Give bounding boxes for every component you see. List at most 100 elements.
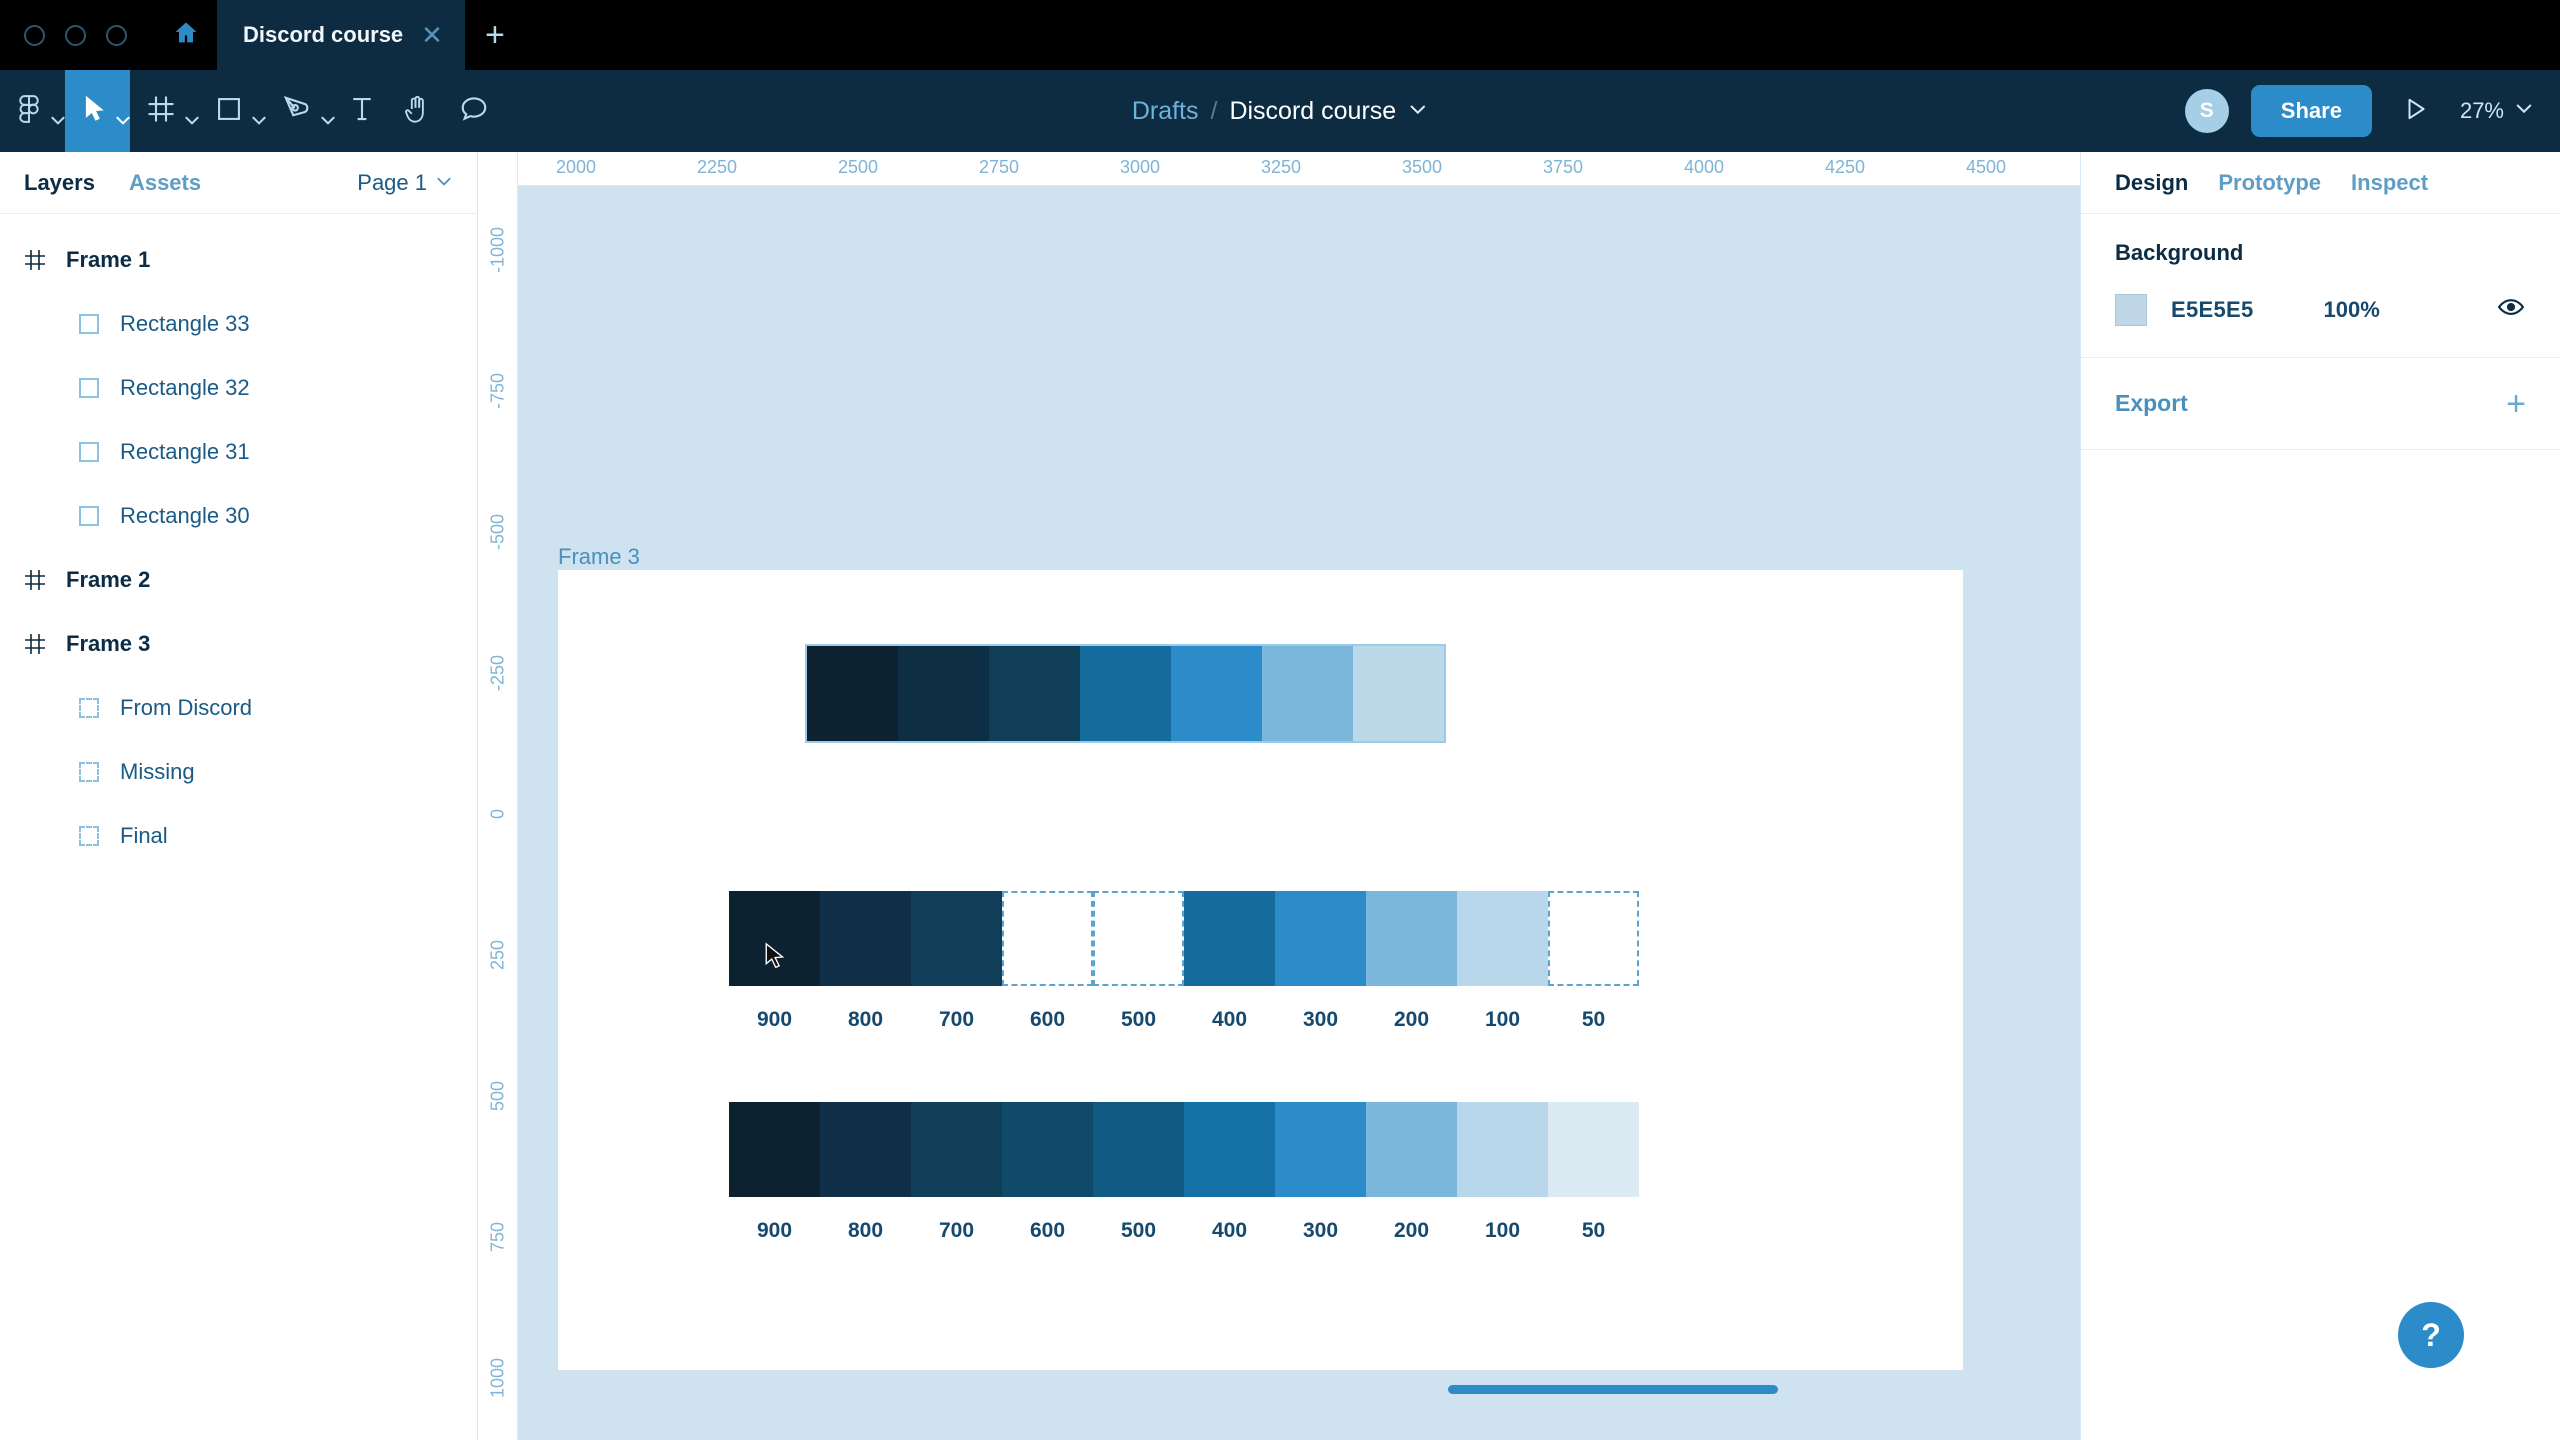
layer-row[interactable]: Rectangle 31 <box>0 420 477 484</box>
layer-row[interactable]: Rectangle 33 <box>0 292 477 356</box>
layer-row[interactable]: Rectangle 32 <box>0 356 477 420</box>
file-tab[interactable]: Discord course ✕ <box>217 0 465 70</box>
share-button[interactable]: Share <box>2250 85 2372 137</box>
canvas-viewport[interactable]: Frame 3 900 800 700 600 500 400 300 200 100 50 900… <box>478 152 2080 1440</box>
chevron-down-icon[interactable] <box>2514 98 2534 124</box>
palette-swatch[interactable] <box>1184 891 1275 986</box>
tab-layers[interactable]: Layers <box>24 170 95 196</box>
breadcrumb-project[interactable]: Drafts <box>1132 97 1199 126</box>
palette-row[interactable] <box>805 644 1446 743</box>
help-button[interactable]: ? <box>2398 1302 2464 1368</box>
rectangle-tool-button[interactable] <box>199 70 266 152</box>
ruler-tick-label: 4000 <box>1683 157 1725 177</box>
horizontal-ruler: 2000 2250 2500 2750 3000 3250 3500 3750 4000 4250… <box>478 152 2080 186</box>
palette-swatch[interactable] <box>1548 891 1639 986</box>
left-sidebar-tabs: Layers Assets Page 1 <box>0 152 477 214</box>
palette-swatch[interactable] <box>1080 646 1171 741</box>
close-icon[interactable]: ✕ <box>421 22 443 48</box>
move-cursor-icon <box>81 94 107 129</box>
palette-swatch[interactable] <box>807 646 898 741</box>
tab-inspect[interactable]: Inspect <box>2351 170 2428 196</box>
frame-label-frame3[interactable]: Frame 3 <box>558 544 640 570</box>
palette-label: 700 <box>938 1219 975 1242</box>
rectangle-icon <box>215 95 243 128</box>
move-tool-button[interactable] <box>65 70 130 152</box>
pen-tool-button[interactable] <box>266 70 335 152</box>
palette-swatch[interactable] <box>1366 1102 1457 1197</box>
text-tool-button[interactable] <box>335 70 389 152</box>
palette-swatch[interactable] <box>1457 891 1548 986</box>
background-color-swatch[interactable] <box>2115 293 2147 326</box>
figma-menu-button[interactable] <box>0 70 65 152</box>
zoom-control[interactable]: 27% <box>2460 98 2534 124</box>
ruler-tick-label: -1000 <box>487 226 508 274</box>
ruler-tick-label: 500 <box>487 1080 508 1112</box>
tab-prototype[interactable]: Prototype <box>2218 170 2321 196</box>
palette-swatch[interactable] <box>1275 891 1366 986</box>
tab-design[interactable]: Design <box>2115 170 2188 196</box>
pen-icon <box>282 94 312 129</box>
layer-row[interactable]: Final <box>0 804 477 868</box>
palette-row[interactable] <box>729 1102 1639 1197</box>
comment-tool-button[interactable] <box>445 70 503 152</box>
breadcrumb-file[interactable]: Discord course <box>1229 97 1396 126</box>
window-minimize-dot[interactable] <box>65 24 86 46</box>
background-hex-value[interactable]: E5E5E5 <box>2171 297 2254 323</box>
palette-swatch[interactable] <box>1184 1102 1275 1197</box>
palette-swatch[interactable] <box>1093 891 1184 986</box>
palette-label: 600 <box>1029 1219 1066 1242</box>
palette-swatch[interactable] <box>1275 1102 1366 1197</box>
layer-row[interactable]: From Discord <box>0 676 477 740</box>
palette-label: 400 <box>1211 1008 1248 1031</box>
palette-label: 500 <box>1120 1008 1157 1031</box>
palette-label: 900 <box>756 1219 793 1242</box>
home-button[interactable] <box>155 0 217 70</box>
palette-swatch[interactable] <box>989 646 1080 741</box>
palette-swatch[interactable] <box>1262 646 1353 741</box>
palette-swatch[interactable] <box>1002 891 1093 986</box>
layer-row[interactable]: Missing <box>0 740 477 804</box>
palette-swatch[interactable] <box>1548 1102 1639 1197</box>
new-tab-button[interactable]: + <box>465 0 525 70</box>
layer-row[interactable]: Rectangle 30 <box>0 484 477 548</box>
present-button[interactable] <box>2394 89 2438 133</box>
eye-icon[interactable] <box>2496 292 2526 327</box>
group-icon <box>76 695 102 721</box>
frame-tool-button[interactable] <box>130 70 199 152</box>
background-fill-row: E5E5E5 100% <box>2115 292 2526 327</box>
tab-assets[interactable]: Assets <box>129 170 201 196</box>
plus-icon[interactable]: + <box>2506 387 2526 421</box>
layer-row[interactable]: Frame 3 <box>0 612 477 676</box>
window-controls[interactable] <box>0 24 155 46</box>
palette-swatch[interactable] <box>911 1102 1002 1197</box>
palette-swatch[interactable] <box>911 891 1002 986</box>
page-selector-label: Page 1 <box>357 169 427 195</box>
palette-swatch[interactable] <box>1093 1102 1184 1197</box>
ruler-tick-label: -500 <box>487 513 508 551</box>
layer-row[interactable]: Frame 1 <box>0 228 477 292</box>
palette-swatch[interactable] <box>820 891 911 986</box>
page-selector[interactable]: Page 1 <box>357 170 453 196</box>
layer-row[interactable]: Frame 2 <box>0 548 477 612</box>
background-opacity-value[interactable]: 100% <box>2324 297 2380 323</box>
ruler-tick-label: 2500 <box>837 157 879 177</box>
palette-row[interactable] <box>729 891 1639 986</box>
horizontal-scrollbar[interactable] <box>1448 1385 1778 1394</box>
palette-swatch[interactable] <box>898 646 989 741</box>
palette-swatch[interactable] <box>1457 1102 1548 1197</box>
avatar[interactable]: S <box>2184 89 2229 133</box>
palette-swatch[interactable] <box>1002 1102 1093 1197</box>
window-maximize-dot[interactable] <box>106 24 127 46</box>
palette-swatch[interactable] <box>1353 646 1444 741</box>
window-close-dot[interactable] <box>24 24 45 46</box>
chevron-down-icon[interactable] <box>1408 97 1428 126</box>
hand-tool-button[interactable] <box>389 70 445 152</box>
palette-swatch[interactable] <box>1171 646 1262 741</box>
palette-swatch[interactable] <box>729 1102 820 1197</box>
palette-swatch[interactable] <box>820 1102 911 1197</box>
ruler-tick-label: 4250 <box>1824 157 1866 177</box>
palette-label: 800 <box>847 1008 884 1031</box>
browser-tab-strip: Discord course ✕ + <box>0 0 2560 70</box>
palette-swatch[interactable] <box>1366 891 1457 986</box>
rectangle-icon <box>76 375 102 401</box>
